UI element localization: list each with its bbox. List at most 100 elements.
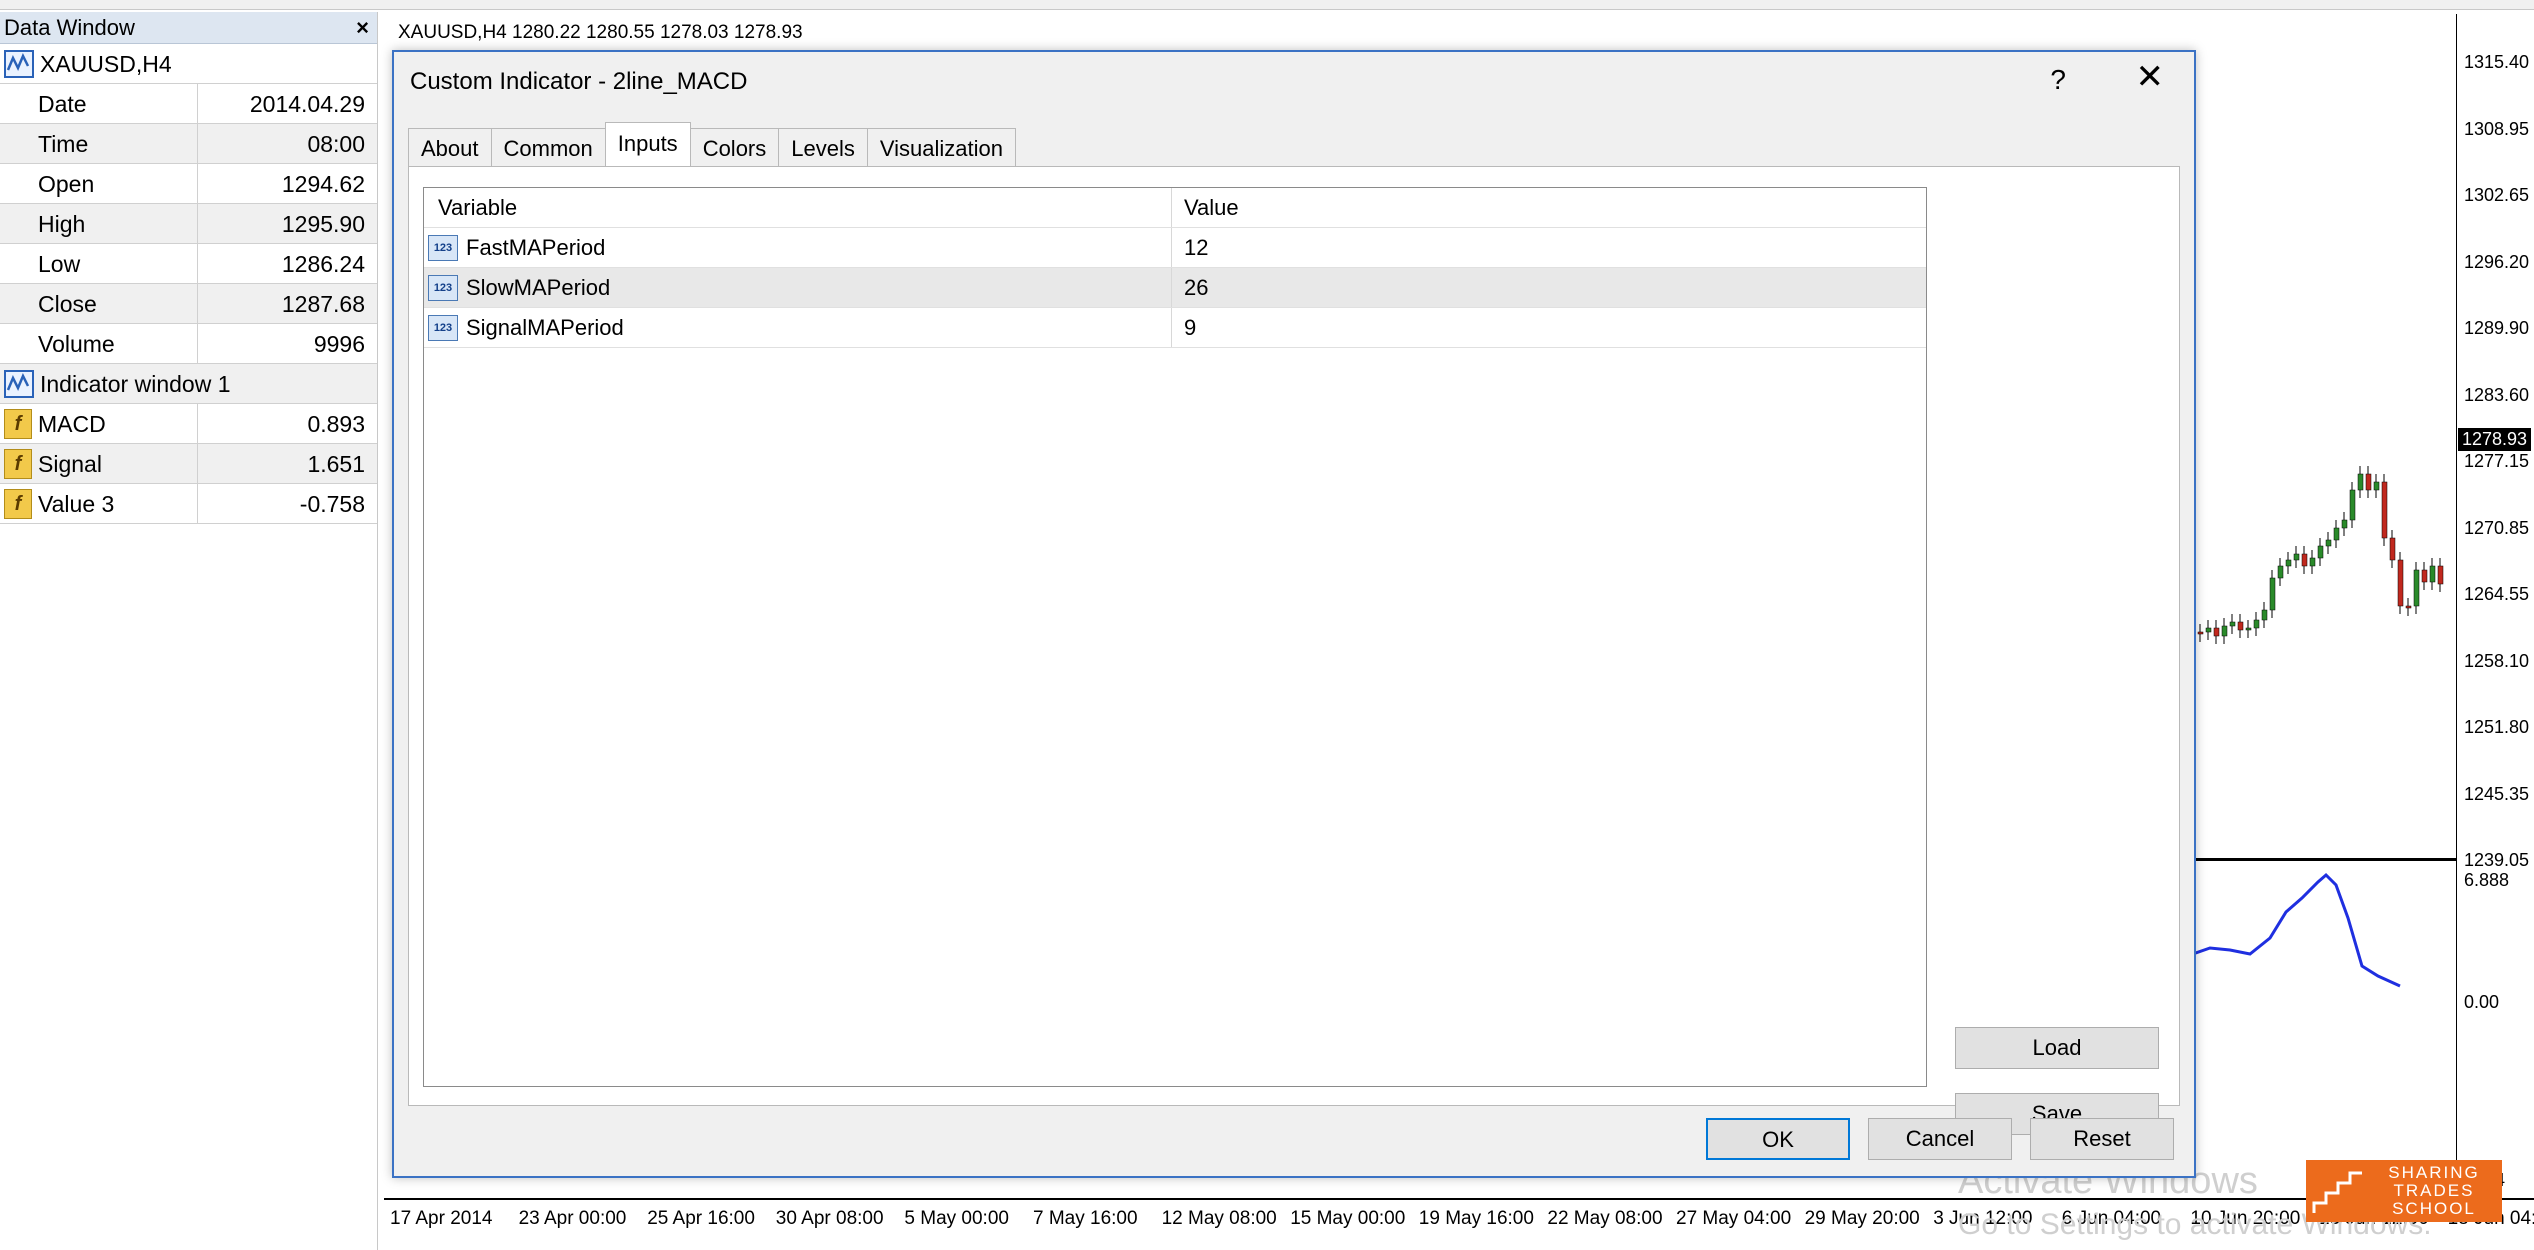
data-row-value: 1287.68	[281, 291, 365, 317]
column-header-variable[interactable]: Variable	[424, 188, 1172, 227]
grid-header: Variable Value	[424, 188, 1926, 228]
candle	[2381, 481, 2388, 539]
table-row[interactable]: 123 SlowMAPeriod 26	[424, 268, 1926, 308]
chart-icon	[4, 49, 34, 78]
indicator-row-value: 0.893	[307, 411, 365, 437]
tab-visualization[interactable]: Visualization	[866, 128, 1016, 166]
integer-type-icon: 123	[428, 234, 458, 261]
dialog-title: Custom Indicator - 2line_MACD	[410, 68, 748, 95]
candle	[2277, 565, 2284, 579]
indicator-row: f Value 3 -0.758	[0, 484, 377, 524]
candle	[2349, 489, 2356, 521]
tab-common[interactable]: Common	[490, 128, 606, 166]
candle	[2317, 545, 2324, 559]
tab-about[interactable]: About	[408, 128, 492, 166]
column-header-value[interactable]: Value	[1172, 188, 1926, 227]
data-row: Volume 9996	[0, 324, 377, 364]
function-icon: f	[4, 488, 32, 519]
price-tick-label: 1258.10	[2464, 650, 2530, 671]
candle	[2237, 621, 2244, 631]
data-row-value: 1295.90	[281, 211, 365, 237]
indicator-row-value: -0.758	[299, 491, 365, 517]
help-icon[interactable]: ?	[2050, 64, 2066, 96]
price-tick-label: 1302.65	[2464, 185, 2530, 205]
input-value-cell[interactable]: 12	[1172, 228, 1926, 267]
price-tick-label: 1239.05	[2464, 850, 2530, 870]
price-tick-label: 1289.90	[2464, 318, 2530, 338]
tab-levels[interactable]: Levels	[778, 128, 868, 166]
data-row-key: Low	[0, 244, 198, 283]
close-icon[interactable]: ✕	[2136, 60, 2165, 94]
price-tick-label: 1277.15	[2464, 451, 2530, 471]
candle	[2389, 537, 2396, 561]
candle	[2205, 627, 2212, 633]
indicator-tick-label: 6.888	[2464, 870, 2510, 890]
input-variable-name: SlowMAPeriod	[466, 274, 611, 300]
indicator-row-key: Signal	[38, 450, 102, 477]
candle	[2285, 559, 2292, 567]
reset-button[interactable]: Reset	[2030, 1118, 2174, 1160]
integer-type-icon: 123	[428, 314, 458, 341]
candle	[2357, 473, 2364, 491]
input-value-cell[interactable]: 9	[1172, 308, 1926, 347]
price-tick-label: 1270.85	[2464, 517, 2530, 538]
candle	[2229, 621, 2236, 627]
table-row[interactable]: 123 FastMAPeriod 12	[424, 228, 1926, 268]
current-price-label: 1278.93	[2458, 428, 2532, 451]
inputs-tab-panel: Variable Value 123 FastMAPeriod 12 123 Slo…	[408, 166, 2180, 1135]
data-row-value: 9996	[313, 331, 365, 357]
data-row-key: Date	[0, 84, 198, 123]
data-window-symbol: XAUUSD,H4	[40, 50, 172, 77]
candle	[2253, 619, 2260, 629]
time-tick-label: 23 Apr 00:00	[518, 1208, 627, 1229]
table-row[interactable]: 123 SignalMAPeriod 9	[424, 308, 1926, 348]
cancel-button[interactable]: Cancel	[1868, 1118, 2012, 1160]
time-tick-label: 17 Apr 2014	[390, 1208, 493, 1229]
price-tick-label: 1308.95	[2464, 118, 2530, 139]
data-row: Time 08:00	[0, 124, 377, 164]
indicator-row-value: 1.651	[307, 451, 365, 477]
data-row-value: 1294.62	[281, 171, 365, 197]
data-row-key: High	[0, 204, 198, 243]
logo-mark-icon	[2312, 1171, 2362, 1213]
candle	[2293, 553, 2300, 561]
data-row: Date 2014.04.29	[0, 84, 377, 124]
data-row: High 1295.90	[0, 204, 377, 244]
tab-inputs[interactable]: Inputs	[604, 122, 691, 166]
time-tick-label: 5 May 00:00	[904, 1208, 1009, 1229]
load-button[interactable]: Load	[1955, 1027, 2159, 1069]
price-tick-label: 1283.60	[2464, 384, 2530, 405]
data-window-close-icon[interactable]: ×	[356, 12, 369, 44]
time-tick-label: 12 May 08:00	[1161, 1208, 1277, 1229]
data-row: Low 1286.24	[0, 244, 377, 284]
ok-button[interactable]: OK	[1706, 1118, 1850, 1160]
data-row-key: Open	[0, 164, 198, 203]
data-window-panel: Data Window × XAUUSD,H4 Date 2014.04.29 T…	[0, 12, 378, 1250]
data-row-value: 1286.24	[281, 251, 365, 277]
time-tick-label: 22 May 08:00	[1547, 1208, 1663, 1229]
candle	[2437, 565, 2444, 585]
dialog-tabs: About Common Inputs Colors Levels Visual…	[408, 122, 1016, 166]
price-tick-label: 1245.35	[2464, 783, 2530, 804]
data-window-indicator-label: Indicator window 1	[40, 370, 231, 397]
indicator-row-key: MACD	[38, 410, 106, 437]
sharing-trades-logo: SHARING TRADES SCHOOL	[2306, 1160, 2502, 1222]
data-row: Open 1294.62	[0, 164, 377, 204]
top-toolbar-strip	[0, 0, 2534, 10]
candle	[2301, 553, 2308, 567]
time-tick-label: 19 May 16:00	[1418, 1208, 1534, 1229]
logo-line: SHARING	[2388, 1163, 2480, 1182]
indicator-row: f MACD 0.893	[0, 404, 377, 444]
tab-colors[interactable]: Colors	[689, 128, 780, 166]
custom-indicator-dialog: Custom Indicator - 2line_MACD ? ✕ About …	[392, 50, 2196, 1178]
input-variable-name: SignalMAPeriod	[466, 314, 624, 340]
data-window-indicator-row: Indicator window 1	[0, 364, 377, 404]
data-window-title: Data Window	[4, 15, 135, 40]
candle	[2429, 565, 2436, 583]
inputs-grid: Variable Value 123 FastMAPeriod 12 123 Slo…	[423, 187, 1927, 1087]
input-value-cell[interactable]: 26	[1172, 268, 1926, 307]
candle	[2341, 519, 2348, 529]
logo-line: SCHOOL	[2392, 1199, 2476, 1218]
macd-line	[2190, 872, 2401, 988]
data-row-key: Time	[0, 124, 198, 163]
